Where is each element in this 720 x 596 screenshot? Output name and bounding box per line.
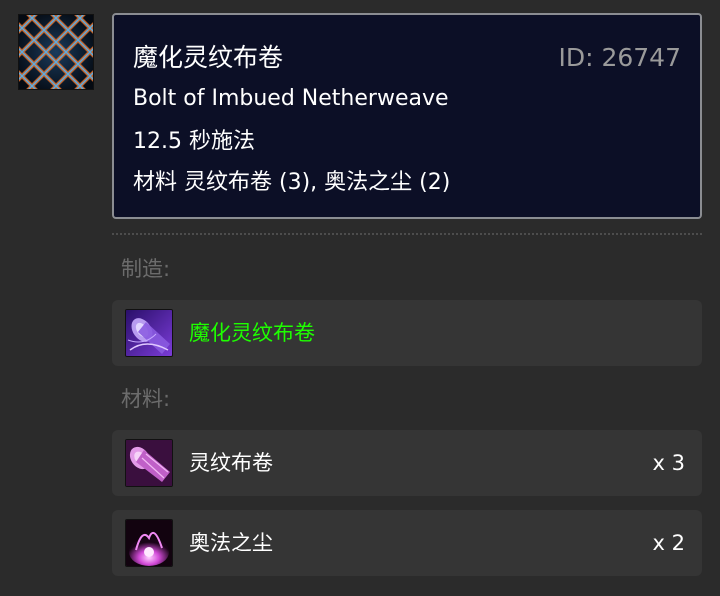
imbued-netherweave-net-icon <box>18 14 94 90</box>
netherweave-bolt-icon <box>125 439 173 487</box>
spell-name: 魔化灵纹布卷 <box>133 43 284 72</box>
material-quantity: x 3 <box>652 451 685 475</box>
spell-id: ID: 26747 <box>558 43 681 72</box>
material-row[interactable]: 奥法之尘 x 2 <box>112 510 702 576</box>
created-item-name: 魔化灵纹布卷 <box>189 321 315 345</box>
created-item-row[interactable]: 魔化灵纹布卷 <box>112 300 702 366</box>
spell-tooltip: 魔化灵纹布卷 ID: 26747 Bolt of Imbued Netherwe… <box>112 13 702 219</box>
material-row[interactable]: 灵纹布卷 x 3 <box>112 430 702 496</box>
arcane-dust-icon <box>125 519 173 567</box>
materials-section-label: 材料: <box>121 387 171 411</box>
material-quantity: x 2 <box>652 531 685 555</box>
material-name: 奥法之尘 <box>189 531 273 555</box>
section-divider <box>112 233 702 235</box>
creates-section-label: 制造: <box>121 257 171 281</box>
spell-english-name: Bolt of Imbued Netherweave <box>133 86 449 111</box>
material-name: 灵纹布卷 <box>189 451 273 475</box>
spell-reagents: 材料 灵纹布卷 (3), 奥法之尘 (2) <box>133 170 451 195</box>
imbued-netherweave-bolt-icon <box>125 309 173 357</box>
spell-cast-time: 12.5 秒施法 <box>133 129 255 154</box>
